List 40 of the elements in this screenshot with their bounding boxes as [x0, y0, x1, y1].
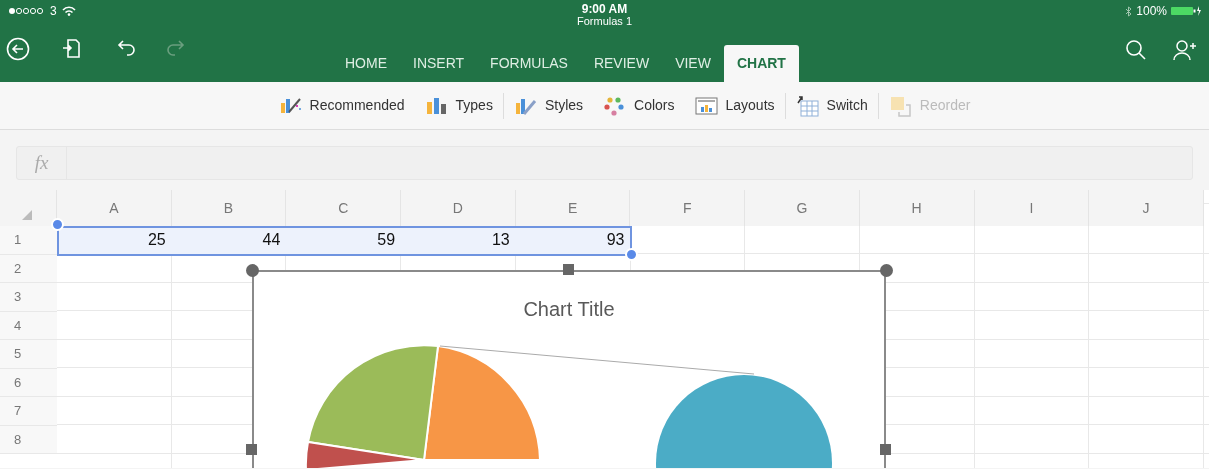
row-header[interactable]: 8 — [0, 425, 57, 454]
ribbon-tab[interactable]: HOME — [332, 45, 400, 82]
ribbon-tab[interactable]: INSERT — [400, 45, 478, 82]
row-header[interactable]: 6 — [0, 368, 57, 397]
column-header[interactable]: I — [974, 190, 1090, 226]
column-header[interactable]: A — [57, 190, 172, 226]
clock-time: 9:00 AM — [581, 3, 628, 15]
ribbon-tab[interactable]: FORMULAS — [477, 45, 581, 82]
row-header[interactable]: 5 — [0, 340, 57, 369]
ribbon-button[interactable]: Switch — [785, 94, 878, 117]
table-cell[interactable]: 93 — [515, 226, 631, 255]
row-header[interactable]: 1 — [0, 226, 57, 255]
carrier-name: 3 — [50, 3, 57, 20]
row-header[interactable]: 3 — [0, 283, 57, 312]
row-header[interactable]: 7 — [0, 397, 57, 426]
ribbon-tab[interactable]: REVIEW — [580, 45, 663, 82]
document-title: Formulas 1 — [577, 15, 632, 27]
column-header[interactable]: G — [745, 190, 860, 226]
column-header[interactable]: H — [859, 190, 975, 226]
ribbon-button[interactable]: Layouts — [684, 94, 785, 117]
column-header[interactable]: D — [401, 190, 516, 226]
ribbon-tab[interactable]: VIEW — [662, 45, 724, 82]
ribbon-button[interactable]: Styles — [503, 94, 594, 117]
row-header[interactable]: 2 — [0, 254, 57, 283]
table-cell[interactable]: 59 — [286, 226, 402, 255]
table-cell[interactable]: 44 — [171, 226, 287, 255]
chart-title: Chart Title — [522, 297, 616, 322]
column-header[interactable]: J — [1089, 190, 1204, 226]
column-header[interactable]: B — [171, 190, 287, 226]
table-cell[interactable]: 25 — [57, 226, 172, 255]
ribbon-button[interactable]: Recommended — [268, 94, 415, 117]
battery-percent: 100% — [1136, 3, 1167, 20]
row-header[interactable]: 4 — [0, 311, 57, 340]
ribbon-button[interactable]: Colors — [593, 94, 685, 117]
column-header[interactable]: E — [515, 190, 631, 226]
table-cell[interactable]: 13 — [401, 226, 516, 255]
ribbon-tab[interactable]: CHART — [723, 45, 799, 82]
column-header[interactable]: C — [286, 190, 402, 226]
ribbon-button[interactable]: Types — [414, 94, 503, 117]
column-header[interactable]: F — [630, 190, 746, 226]
